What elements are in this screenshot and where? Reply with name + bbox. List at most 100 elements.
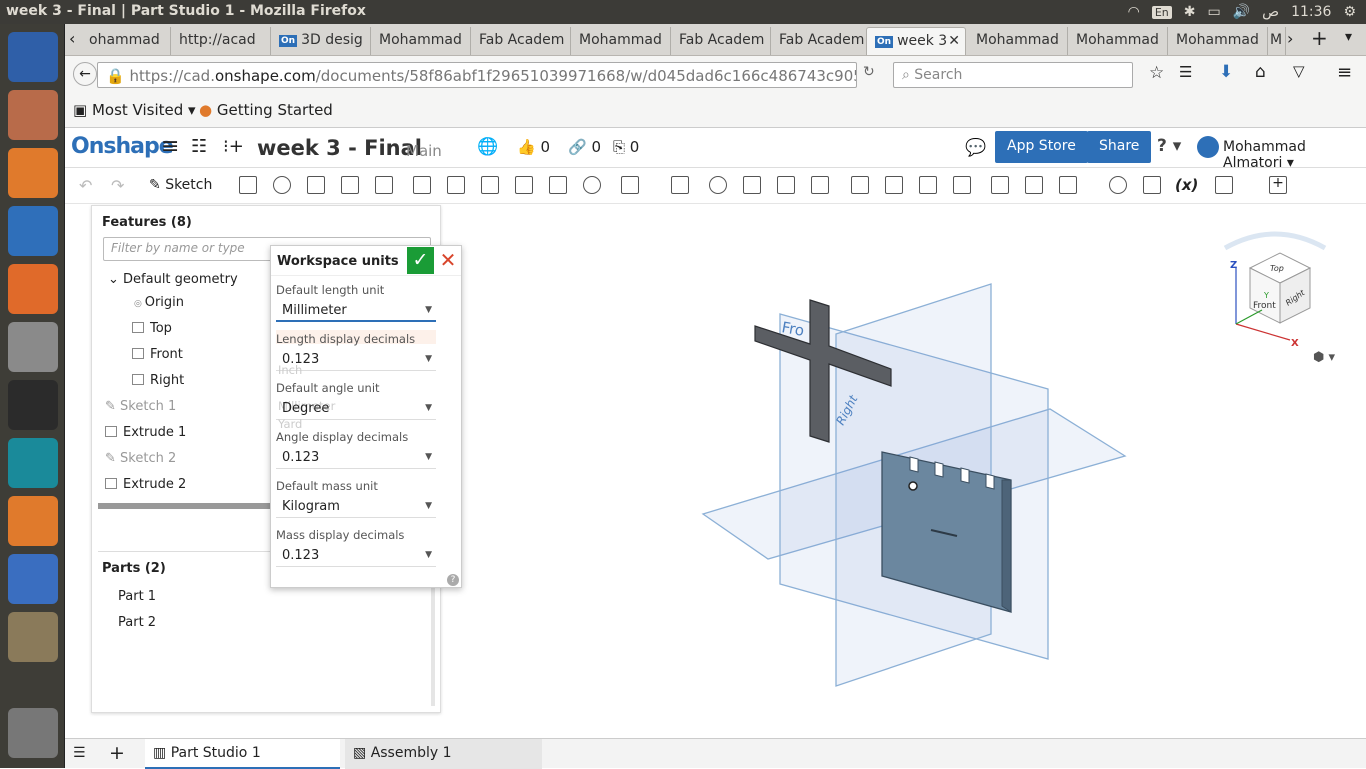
- dash-icon[interactable]: [8, 32, 58, 82]
- feature-sketch-1[interactable]: ✎ Sketch 1: [105, 399, 176, 414]
- app-store-button[interactable]: App Store: [995, 131, 1088, 163]
- menu-icon[interactable]: ≡: [1337, 62, 1352, 83]
- boolean-icon[interactable]: [709, 176, 727, 194]
- getting-started-bookmark[interactable]: ● Getting Started: [199, 101, 333, 119]
- settings-icon[interactable]: [8, 322, 58, 372]
- default-geometry-group[interactable]: ⌄ Default geometry: [108, 272, 238, 287]
- tab-assembly-1[interactable]: ▧ Assembly 1: [345, 739, 542, 769]
- gimp-icon[interactable]: [8, 612, 58, 662]
- browser-tab[interactable]: http://acad: [171, 27, 271, 55]
- browser-tab[interactable]: Mohammad: [571, 27, 671, 55]
- plane-icon[interactable]: [991, 176, 1009, 194]
- part-list-item[interactable]: Part 2: [118, 615, 156, 630]
- feature-top-plane[interactable]: Top: [132, 321, 172, 336]
- keyboard-layout[interactable]: En: [1151, 5, 1172, 19]
- copies-button[interactable]: ⎘ 0: [613, 138, 639, 156]
- software-center-icon[interactable]: [8, 264, 58, 314]
- redo-icon[interactable]: ↷: [111, 176, 124, 195]
- accept-button[interactable]: ✓: [407, 247, 434, 274]
- shell-icon[interactable]: [549, 176, 567, 194]
- writer-icon[interactable]: [8, 206, 58, 256]
- reading-list-icon[interactable]: ☰: [1179, 63, 1192, 81]
- download-icon[interactable]: ⬇: [1219, 62, 1233, 82]
- comments-icon[interactable]: 💬: [965, 138, 986, 158]
- power-icon[interactable]: ⚙: [1343, 4, 1356, 20]
- browser-tab[interactable]: Mohammad: [968, 27, 1068, 55]
- revolve-icon[interactable]: [273, 176, 291, 194]
- globe-icon[interactable]: 🌐: [477, 137, 498, 157]
- transform-icon[interactable]: [777, 176, 795, 194]
- document-title[interactable]: week 3 - Final: [257, 136, 422, 160]
- browser-tab[interactable]: Mohammad: [1068, 27, 1168, 55]
- mate-connector-icon[interactable]: [1025, 176, 1043, 194]
- thicken-icon[interactable]: [375, 176, 393, 194]
- linear-pattern-icon[interactable]: [621, 176, 639, 194]
- browser-tab[interactable]: Fab Academ: [471, 27, 571, 55]
- browser-tab[interactable]: ohammad: [81, 27, 171, 55]
- browser-tab[interactable]: Fab Academ: [771, 27, 871, 55]
- part-list-item[interactable]: Part 1: [118, 589, 156, 604]
- workspace-branch[interactable]: Main: [406, 142, 442, 160]
- feature-origin[interactable]: ◎ Origin: [134, 295, 184, 310]
- terminal-icon[interactable]: [8, 380, 58, 430]
- back-icon[interactable]: ←: [73, 62, 97, 86]
- delete-face-icon[interactable]: [885, 176, 903, 194]
- clock[interactable]: 11:36: [1291, 4, 1331, 20]
- share-button[interactable]: Share: [1087, 131, 1152, 163]
- sublime-icon[interactable]: [8, 496, 58, 546]
- loft-icon[interactable]: [341, 176, 359, 194]
- tab-list-icon[interactable]: ▾: [1345, 29, 1352, 45]
- media-player-icon[interactable]: [8, 554, 58, 604]
- hamburger-menu-icon[interactable]: ≡: [161, 134, 179, 159]
- new-tab-icon[interactable]: +: [1311, 26, 1328, 50]
- feature-right-plane[interactable]: Right: [132, 373, 184, 388]
- fillet-icon[interactable]: [413, 176, 431, 194]
- rollback-bar[interactable]: [98, 503, 272, 509]
- draft-icon[interactable]: [481, 176, 499, 194]
- length-unit-select[interactable]: Millimeter ▼: [276, 300, 436, 322]
- arduino-icon[interactable]: [8, 438, 58, 488]
- sweep-icon[interactable]: [307, 176, 325, 194]
- close-tab-icon[interactable]: ✕: [948, 33, 960, 49]
- feature-extrude-1[interactable]: Extrude 1: [105, 425, 186, 440]
- bookmark-star-icon[interactable]: ☆: [1149, 63, 1164, 83]
- search-input[interactable]: ⌕ Search: [893, 62, 1133, 88]
- help-icon[interactable]: ? ▾: [1157, 136, 1181, 156]
- user-menu[interactable]: Mohammad Almatori ▾: [1223, 139, 1366, 171]
- onshape-logo[interactable]: Onshape: [71, 134, 174, 159]
- url-bar[interactable]: 🔒 https://cad.onshape.com/documents/58f8…: [97, 62, 857, 88]
- variable-icon[interactable]: (x): [1175, 176, 1198, 194]
- split-icon[interactable]: [743, 176, 761, 194]
- feature-tools-icon[interactable]: [1215, 176, 1233, 194]
- import-icon[interactable]: [1143, 176, 1161, 194]
- wifi-icon[interactable]: ◠: [1128, 4, 1140, 20]
- move-face-icon[interactable]: [919, 176, 937, 194]
- add-custom-feature-icon[interactable]: +: [1269, 176, 1287, 194]
- bluetooth-icon[interactable]: ✱: [1184, 4, 1196, 20]
- hole-icon[interactable]: [583, 176, 601, 194]
- fit-spline-icon[interactable]: [1109, 176, 1127, 194]
- delete-part-icon[interactable]: [811, 176, 829, 194]
- modify-fillet-icon[interactable]: [851, 176, 869, 194]
- mass-unit-select[interactable]: Kilogram ▼: [276, 496, 436, 518]
- replace-face-icon[interactable]: [953, 176, 971, 194]
- rib-icon[interactable]: [515, 176, 533, 194]
- trash-icon[interactable]: [8, 708, 58, 758]
- tab-scroll-left-icon[interactable]: ‹: [69, 29, 75, 48]
- battery-icon[interactable]: ▭: [1207, 4, 1220, 20]
- links-button[interactable]: 🔗 0: [568, 138, 601, 156]
- most-visited-bookmark[interactable]: ▣ Most Visited ▾: [73, 101, 196, 119]
- browser-tab[interactable]: Fab Academ: [671, 27, 771, 55]
- angle-decimals-select[interactable]: 0.123 ▼: [276, 447, 436, 469]
- feature-list-icon[interactable]: ☷: [191, 136, 207, 157]
- view-cube[interactable]: Top Front Right Z X Y ⬢ ▾: [1200, 228, 1350, 368]
- view-options-icon[interactable]: ⬢ ▾: [1313, 350, 1335, 365]
- firefox-icon[interactable]: [8, 148, 58, 198]
- extrude-icon[interactable]: [239, 176, 257, 194]
- mirror-icon[interactable]: [671, 176, 689, 194]
- add-element-icon[interactable]: +: [109, 742, 125, 764]
- feature-extrude-2[interactable]: Extrude 2: [105, 477, 186, 492]
- browser-tab-active[interactable]: On week 3 ✕: [866, 27, 966, 55]
- browser-tab[interactable]: Mohammad: [371, 27, 471, 55]
- volume-icon[interactable]: 🔊: [1233, 4, 1250, 20]
